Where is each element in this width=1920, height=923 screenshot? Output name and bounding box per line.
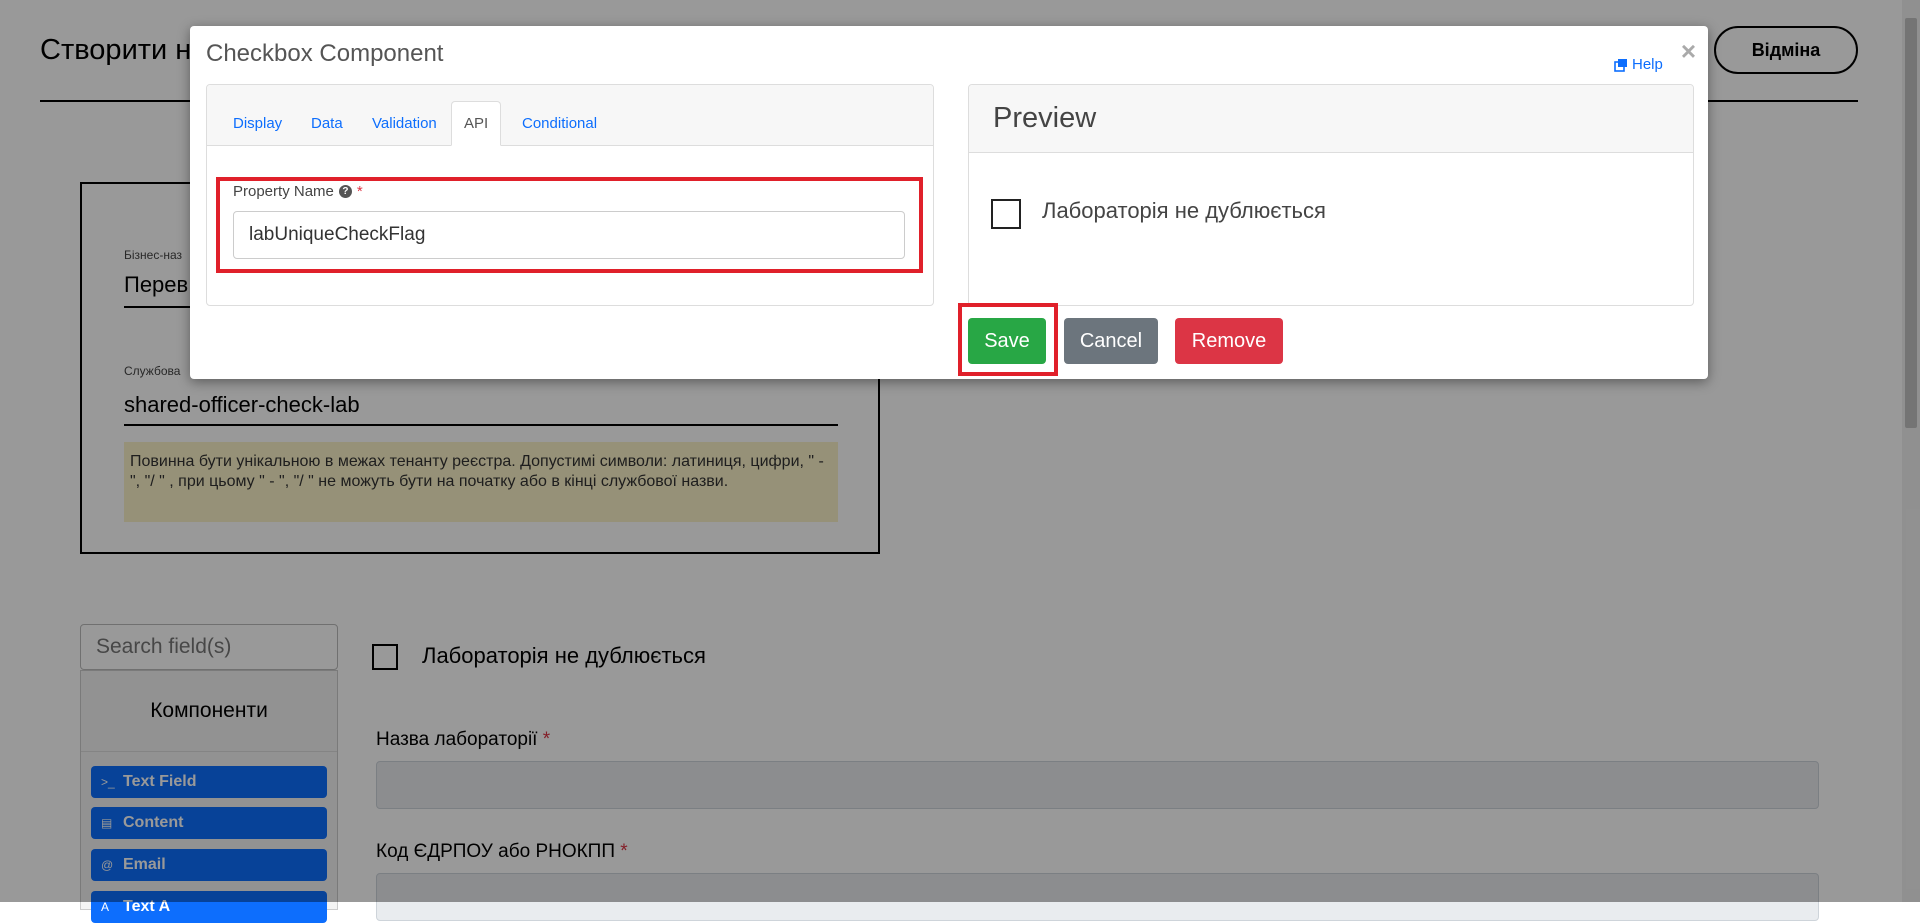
property-name-label: Property Name ? * (233, 183, 363, 200)
remove-button[interactable]: Remove (1175, 318, 1283, 364)
tab-display[interactable]: Display (221, 101, 294, 145)
text-area-icon: A (101, 900, 110, 914)
new-window-icon (1614, 58, 1627, 72)
cancel-button[interactable]: Cancel (1064, 318, 1158, 364)
help-label: Help (1632, 56, 1663, 73)
preview-title: Preview (969, 85, 1693, 153)
preview-card: Preview Лабораторія не дублюється (968, 84, 1694, 306)
tab-data[interactable]: Data (299, 101, 355, 145)
save-button[interactable]: Save (968, 318, 1046, 364)
tabs-bar: Display Data Validation API Conditional (207, 85, 933, 146)
close-icon[interactable]: × (1681, 36, 1696, 67)
help-link[interactable]: Help (1614, 56, 1663, 73)
tab-conditional[interactable]: Conditional (510, 101, 609, 145)
preview-checkbox[interactable] (991, 199, 1021, 229)
modal-title: Checkbox Component (206, 40, 444, 67)
edit-form-card: Display Data Validation API Conditional … (206, 84, 934, 306)
preview-checkbox-label: Лабораторія не дублюється (1042, 198, 1326, 223)
checkbox-component-modal: Checkbox Component × Help Display Data V… (190, 26, 1708, 379)
question-icon: ? (338, 185, 352, 198)
property-name-input[interactable] (233, 211, 905, 259)
tab-api[interactable]: API (451, 101, 502, 146)
tab-validation[interactable]: Validation (360, 101, 449, 145)
